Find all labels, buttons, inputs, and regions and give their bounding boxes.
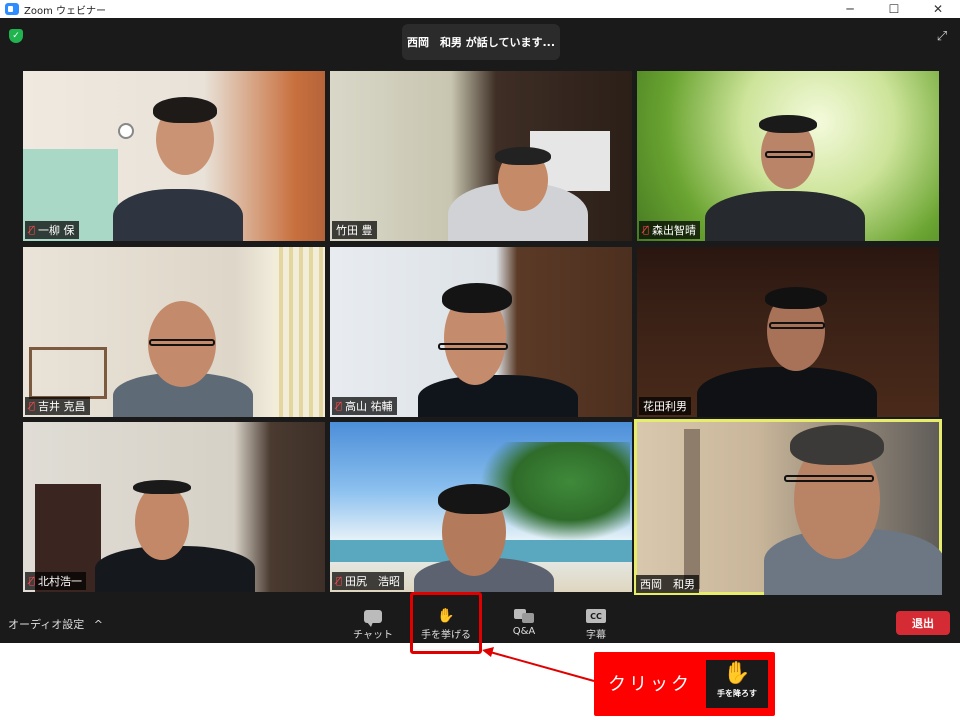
participant-name: 花田利男 <box>643 400 687 413</box>
captions-label: 字幕 <box>586 630 606 641</box>
lower-hand-preview: ✋ 手を降ろす <box>706 660 768 708</box>
maximize-button[interactable]: ☐ <box>872 0 916 18</box>
mic-muted-icon: 🎙̸ <box>643 224 650 236</box>
participant-nameplate: 花田利男 <box>639 397 691 415</box>
participant-nameplate: 竹田 豊 <box>332 221 377 239</box>
participant-name: 森出智晴 <box>652 224 697 237</box>
participant-name: 一柳 保 <box>38 224 75 237</box>
callout-text: クリック <box>608 674 692 695</box>
video-gallery: ✓ 西岡 和男 が話しています... ⤢ 🎙̸ 一柳 保 竹田 豊 🎙̸ 森出智晴 <box>0 18 960 603</box>
video-tile[interactable]: 竹田 豊 <box>330 71 632 241</box>
video-tile[interactable]: 🎙̸ 田尻 浩昭 <box>330 422 632 592</box>
video-tile[interactable]: 🎙̸ 一柳 保 <box>23 71 325 241</box>
participant-nameplate: 🎙̸ 北村浩一 <box>25 572 87 590</box>
window-title: Zoom ウェビナー <box>24 5 107 17</box>
qa-label: Q&A <box>512 626 536 637</box>
participant-name: 高山 祐輔 <box>345 400 393 413</box>
participant-nameplate: 🎙̸ 森出智晴 <box>639 221 701 239</box>
audio-settings-label: オーディオ設定 <box>8 618 85 631</box>
video-tile[interactable]: 🎙̸ 吉井 克昌 <box>23 247 325 417</box>
qa-button[interactable]: Q&A <box>494 606 554 642</box>
fullscreen-icon[interactable]: ⤢ <box>934 28 950 44</box>
audio-settings-button[interactable]: オーディオ設定 ^ <box>8 616 103 632</box>
green-hand-icon: ✋ <box>723 661 751 686</box>
video-tile-active-speaker[interactable]: 西岡 和男 <box>634 419 942 595</box>
active-speaker-banner: 西岡 和男 が話しています... <box>402 24 560 60</box>
closed-captions-icon: CC <box>586 609 606 623</box>
chat-label: チャット <box>353 630 393 641</box>
participant-nameplate: 西岡 和男 <box>636 575 699 593</box>
title-bar: Zoom ウェビナー ─ ☐ ✕ <box>0 0 960 18</box>
mic-muted-icon: 🎙̸ <box>336 575 343 587</box>
chat-icon <box>364 609 382 627</box>
raise-hand-highlight <box>410 592 482 654</box>
mic-muted-icon: 🎙̸ <box>29 400 36 412</box>
participant-nameplate: 🎙̸ 高山 祐輔 <box>332 397 397 415</box>
participant-name: 北村浩一 <box>38 575 83 588</box>
mic-muted-icon: 🎙̸ <box>29 224 36 236</box>
leave-button[interactable]: 退出 <box>896 611 950 635</box>
video-tile[interactable]: 🎙̸ 高山 祐輔 <box>330 247 632 417</box>
mic-muted-icon: 🎙̸ <box>29 575 36 587</box>
close-button[interactable]: ✕ <box>916 0 960 18</box>
zoom-logo-icon <box>5 3 19 15</box>
participant-name: 田尻 浩昭 <box>345 575 401 588</box>
click-callout: クリック ✋ 手を降ろす <box>594 652 775 716</box>
chat-button[interactable]: チャット <box>343 606 403 642</box>
participant-nameplate: 🎙̸ 吉井 克昌 <box>25 397 90 415</box>
video-tile[interactable]: 花田利男 <box>637 247 939 417</box>
video-tile[interactable]: 🎙̸ 森出智晴 <box>637 71 939 241</box>
participant-name: 竹田 豊 <box>336 224 373 237</box>
minimize-button[interactable]: ─ <box>828 0 872 18</box>
lower-hand-label: 手を降ろす <box>717 689 757 698</box>
participant-nameplate: 🎙̸ 一柳 保 <box>25 221 79 239</box>
mic-muted-icon: 🎙̸ <box>336 400 343 412</box>
video-tile[interactable]: 🎙̸ 北村浩一 <box>23 422 325 592</box>
window-controls: ─ ☐ ✕ <box>828 0 960 18</box>
zoom-window: Zoom ウェビナー ─ ☐ ✕ ✓ 西岡 和男 が話しています... ⤢ 🎙̸… <box>0 0 960 720</box>
encryption-shield-icon[interactable]: ✓ <box>9 29 23 43</box>
captions-button[interactable]: CC 字幕 <box>566 606 626 642</box>
caret-up-icon: ^ <box>93 618 103 631</box>
participant-name: 吉井 克昌 <box>38 400 86 413</box>
participant-name: 西岡 和男 <box>640 578 695 591</box>
participant-nameplate: 🎙̸ 田尻 浩昭 <box>332 572 405 590</box>
qa-icon <box>514 609 534 623</box>
